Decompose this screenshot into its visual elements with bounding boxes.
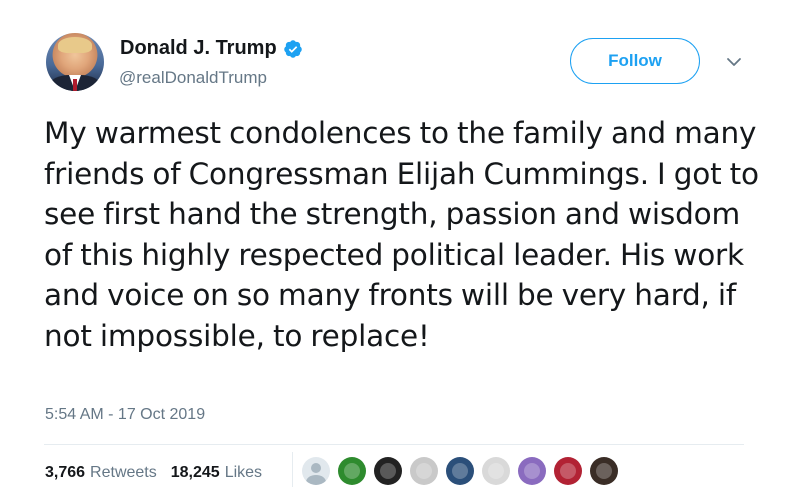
author-handle[interactable]: @realDonaldTrump — [119, 68, 267, 88]
follow-button[interactable]: Follow — [570, 38, 700, 84]
tweet-text: My warmest condolences to the family and… — [44, 116, 759, 353]
dark-emblem-avatar[interactable] — [374, 457, 402, 485]
stats-vertical-divider — [292, 452, 293, 487]
tweet-stats: 3,766 Retweets 18,245 Likes — [45, 464, 262, 482]
likes-label: Likes — [224, 464, 263, 481]
tweet-timestamp[interactable]: 5:54 AM - 17 Oct 2019 — [45, 406, 205, 424]
portrait-photo-avatar[interactable] — [590, 457, 618, 485]
green-logo-avatar[interactable] — [338, 457, 366, 485]
author-name[interactable]: Donald J. Trump — [120, 37, 277, 60]
chevron-down-icon[interactable] — [726, 56, 742, 68]
avatar-hair — [58, 37, 92, 53]
purple-face-avatar[interactable] — [518, 457, 546, 485]
text-graphic-avatar[interactable] — [482, 457, 510, 485]
author-name-row: Donald J. Trump — [120, 37, 303, 60]
us-flag-map-avatar[interactable] — [554, 457, 582, 485]
retweets-count: 3,766 — [45, 464, 86, 481]
default-profile-icon[interactable] — [302, 457, 330, 485]
profile-avatar[interactable] — [46, 33, 104, 91]
likers-avatar-list — [302, 457, 618, 485]
stats-top-divider — [44, 444, 744, 445]
blue-sphere-avatar[interactable] — [446, 457, 474, 485]
likes-stat[interactable]: 18,245 Likes — [171, 464, 262, 482]
verified-badge-icon — [283, 39, 302, 58]
likes-count: 18,245 — [170, 464, 220, 481]
retweets-label: Retweets — [90, 464, 157, 481]
retweets-stat[interactable]: 3,766 Retweets — [45, 464, 157, 482]
avatar-tie — [73, 79, 77, 91]
joker-face-avatar[interactable] — [410, 457, 438, 485]
